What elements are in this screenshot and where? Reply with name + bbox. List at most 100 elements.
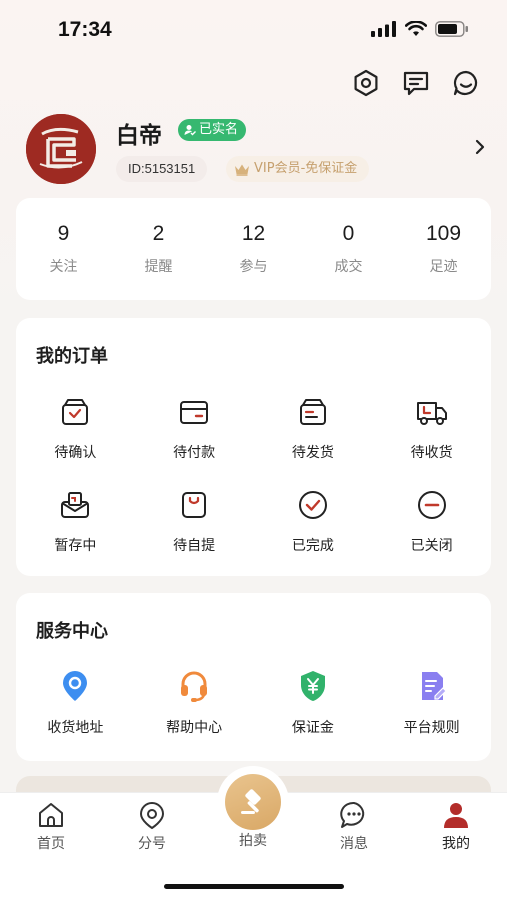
tab-label: 拍卖 <box>239 833 267 849</box>
home-icon <box>39 803 63 827</box>
stat-label: 成交 <box>334 259 363 275</box>
truck-icon <box>416 402 447 425</box>
avatar-logo-icon <box>26 114 96 184</box>
stat-value: 109 <box>425 222 462 245</box>
order-label: 待确认 <box>54 445 97 461</box>
stat-value: 2 <box>152 222 165 245</box>
inbox-tray-icon <box>61 492 90 518</box>
box-check-icon <box>62 399 89 425</box>
document-edit-icon <box>421 672 447 700</box>
stat-deals[interactable]: 0 成交 <box>301 198 396 300</box>
tab-label: 我的 <box>442 836 470 852</box>
message-lines-icon <box>403 71 429 96</box>
minus-circle-icon <box>417 491 446 519</box>
order-label: 已完成 <box>291 538 334 554</box>
profile-header[interactable]: 白帝 已实名 ID:5153151 VIP会员-免保证金 <box>26 110 486 190</box>
verified-label: 已实名 <box>199 122 239 137</box>
customer-service-button[interactable] <box>451 68 481 98</box>
stat-reminders[interactable]: 2 提醒 <box>111 198 206 300</box>
stat-value: 9 <box>57 222 70 245</box>
orders-row: 暂存中 待自提 已完成 已关闭 <box>16 485 491 555</box>
gavel-icon <box>241 789 261 814</box>
settings-button[interactable] <box>351 68 381 98</box>
service-help[interactable]: 帮助中心 <box>135 667 254 737</box>
services-title: 服务中心 <box>36 621 108 642</box>
order-pending-receipt[interactable]: 待收货 <box>372 392 491 462</box>
notes-button[interactable] <box>401 68 431 98</box>
status-bar: 17:34 <box>0 0 507 60</box>
order-stored[interactable]: 暂存中 <box>16 485 135 555</box>
chevron-right-icon <box>475 139 485 155</box>
stat-label: 参与 <box>239 259 268 275</box>
package-icon <box>299 399 326 425</box>
verified-user-icon <box>184 125 196 136</box>
service-label: 保证金 <box>291 720 334 736</box>
order-label: 待付款 <box>173 445 216 461</box>
service-label: 收货地址 <box>47 720 104 736</box>
smile-chat-icon <box>453 70 478 96</box>
header-actions <box>351 68 481 98</box>
service-label: 帮助中心 <box>166 720 223 736</box>
vip-badge[interactable]: VIP会员-免保证金 <box>226 156 370 182</box>
order-label: 暂存中 <box>54 538 97 554</box>
verified-badge: 已实名 <box>178 119 247 141</box>
services-card: 服务中心 收货地址 帮助中心 保证金 平台规则 <box>16 593 491 761</box>
service-rules[interactable]: 平台规则 <box>372 667 491 737</box>
order-label: 待自提 <box>173 538 216 554</box>
username: 白帝 <box>116 123 162 149</box>
services-row: 收货地址 帮助中心 保证金 平台规则 <box>16 667 491 737</box>
tab-branch[interactable]: 分号 <box>112 799 192 853</box>
order-closed[interactable]: 已关闭 <box>372 485 491 555</box>
wifi-icon <box>405 21 427 36</box>
order-pending-confirm[interactable]: 待确认 <box>16 392 135 462</box>
order-completed[interactable]: 已完成 <box>254 485 373 555</box>
crown-icon <box>235 164 249 176</box>
stat-label: 足迹 <box>429 259 458 275</box>
vip-label: VIP会员-免保证金 <box>254 161 358 176</box>
tab-mine[interactable]: 我的 <box>416 799 496 853</box>
shopping-bag-icon <box>182 492 207 518</box>
service-deposit[interactable]: 保证金 <box>254 667 373 737</box>
wallet-icon <box>180 401 209 424</box>
chat-bubble-icon <box>340 801 365 828</box>
order-label: 已关闭 <box>410 538 453 554</box>
orders-row: 待确认 待付款 待发货 待收货 <box>16 392 491 462</box>
stat-value: 12 <box>241 222 266 245</box>
order-label: 待收货 <box>410 445 453 461</box>
stat-footprints[interactable]: 109 足迹 <box>396 198 491 300</box>
location-pin-icon <box>63 671 88 701</box>
orders-card: 我的订单 待确认 待付款 待发货 待收货 暂存中 待自提 已完成 已关闭 <box>16 318 491 576</box>
stat-participated[interactable]: 12 参与 <box>206 198 301 300</box>
avatar[interactable] <box>26 114 96 184</box>
user-id: ID:5153151 <box>116 156 208 182</box>
orders-title: 我的订单 <box>36 346 108 367</box>
stat-following[interactable]: 9 关注 <box>16 198 111 300</box>
service-address[interactable]: 收货地址 <box>16 667 135 737</box>
order-pending-shipment[interactable]: 待发货 <box>254 392 373 462</box>
headset-icon <box>181 671 208 702</box>
home-indicator <box>164 884 344 889</box>
tab-label: 首页 <box>37 836 65 852</box>
tab-messages[interactable]: 消息 <box>314 799 394 853</box>
stat-value: 0 <box>342 222 355 245</box>
status-icons <box>371 21 469 37</box>
tab-label: 分号 <box>138 836 166 852</box>
tab-label: 消息 <box>340 836 368 852</box>
check-circle-icon <box>298 491 327 519</box>
profile-chevron[interactable] <box>474 138 486 160</box>
tab-auction[interactable] <box>217 766 289 838</box>
order-pickup[interactable]: 待自提 <box>135 485 254 555</box>
stat-label: 提醒 <box>144 259 173 275</box>
stats-card: 9 关注 2 提醒 12 参与 0 成交 109 足迹 <box>16 198 491 300</box>
stat-label: 关注 <box>49 259 78 275</box>
status-time: 17:34 <box>58 18 112 41</box>
settings-hexagon-icon <box>354 69 378 97</box>
cellular-signal-icon <box>371 21 396 37</box>
battery-icon <box>435 21 468 37</box>
shield-yen-icon <box>300 671 325 701</box>
tab-home[interactable]: 首页 <box>11 799 91 853</box>
order-label: 待发货 <box>291 445 334 461</box>
order-pending-payment[interactable]: 待付款 <box>135 392 254 462</box>
user-icon <box>444 803 468 828</box>
map-pin-icon <box>139 801 165 830</box>
